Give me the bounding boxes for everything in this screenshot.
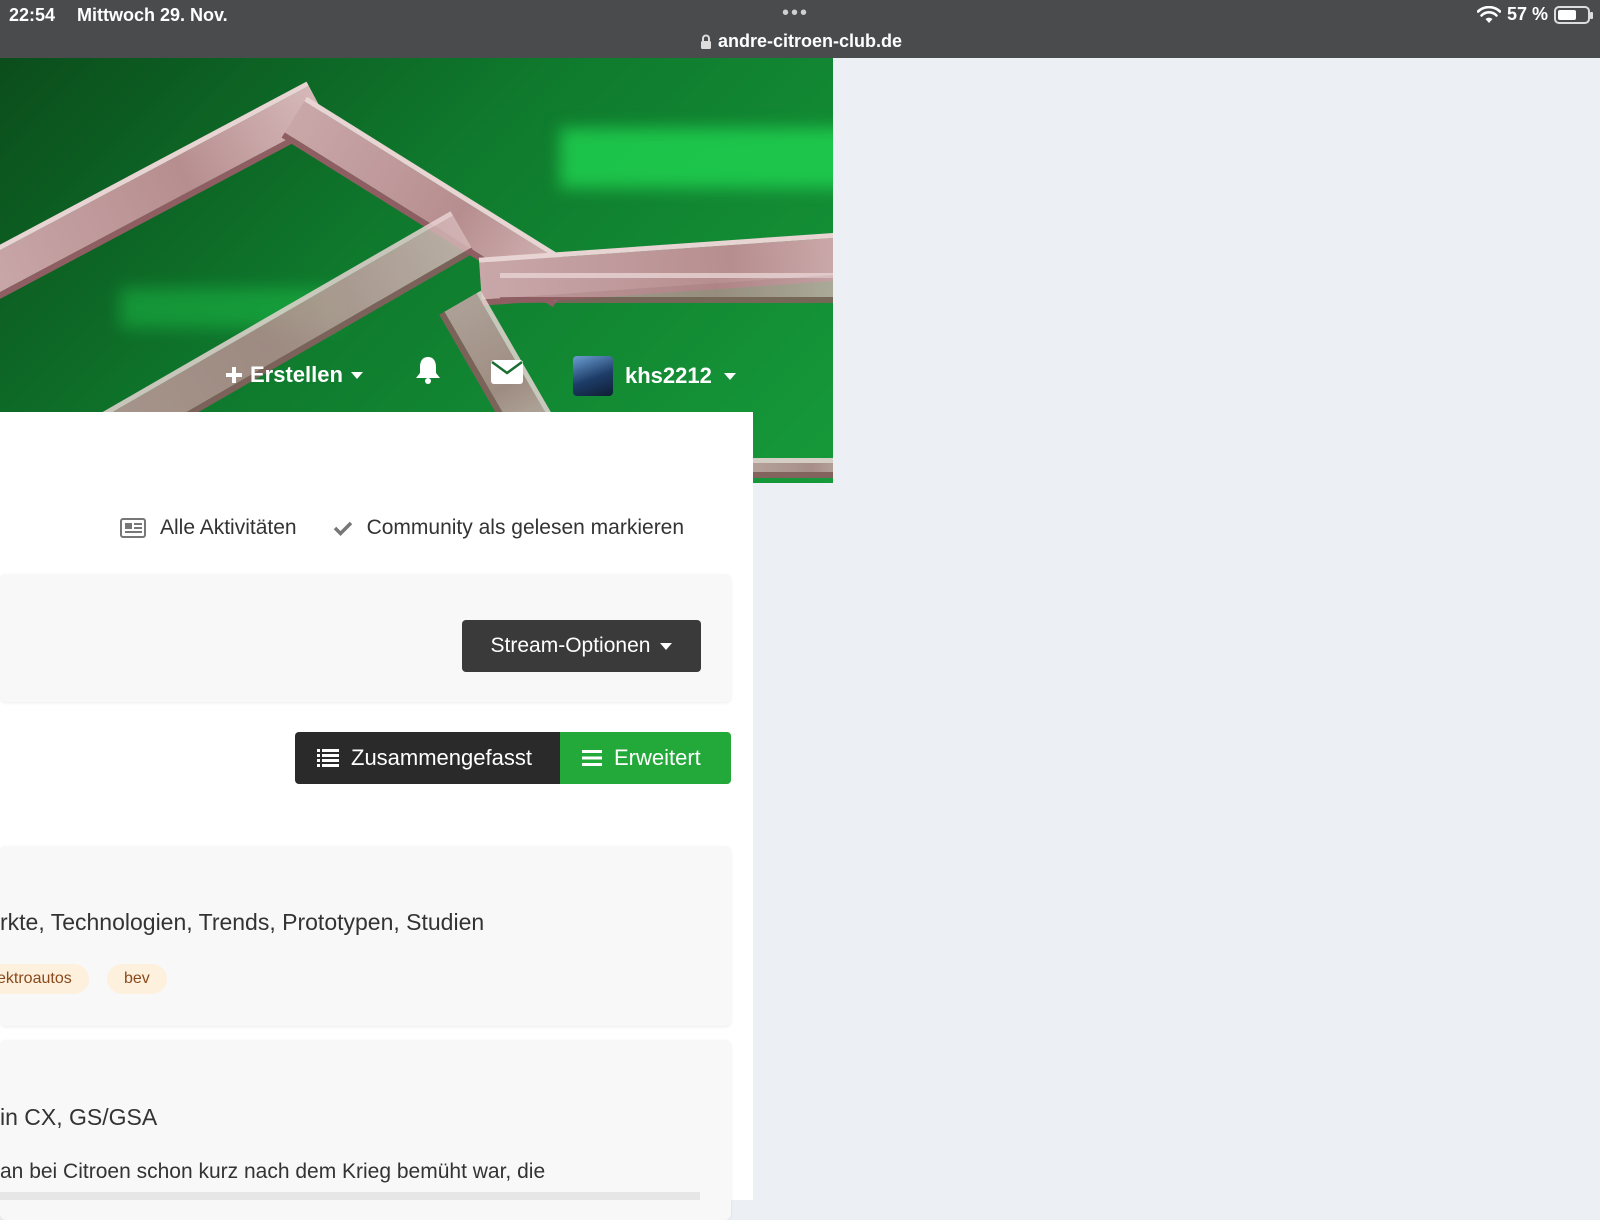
view-toggle: Zusammengefasst Erweitert bbox=[295, 732, 731, 784]
caret-down-icon bbox=[723, 372, 736, 380]
tag-badge[interactable]: bev bbox=[107, 964, 167, 994]
caret-down-icon bbox=[660, 642, 673, 650]
mark-read-label: Community als gelesen markieren bbox=[366, 516, 685, 539]
username: khs2212 bbox=[625, 363, 712, 388]
tag-badge[interactable]: ektroautos bbox=[0, 964, 89, 994]
battery-icon bbox=[1554, 5, 1593, 24]
status-indicators: 57 % bbox=[1476, 4, 1593, 25]
bell-icon[interactable] bbox=[413, 355, 443, 385]
caret-down-icon bbox=[350, 371, 363, 379]
all-activities-label: Alle Aktivitäten bbox=[160, 516, 297, 539]
stream-options-label: Stream-Optionen bbox=[490, 634, 651, 657]
avatar bbox=[573, 356, 613, 396]
bars-icon bbox=[582, 750, 602, 766]
status-time: 22:54 bbox=[9, 5, 56, 25]
all-activities-link[interactable]: Alle Aktivitäten bbox=[120, 516, 297, 540]
mail-icon[interactable] bbox=[491, 360, 523, 384]
lock-icon bbox=[701, 34, 711, 49]
activity-item bbox=[0, 846, 731, 1026]
activity-title[interactable]: rkte, Technologien, Trends, Prototypen, … bbox=[0, 909, 484, 936]
view-expanded-button[interactable]: Erweitert bbox=[560, 732, 731, 784]
page-actions: Alle Aktivitäten Community als gelesen m… bbox=[120, 516, 684, 540]
view-expanded-label: Erweitert bbox=[614, 745, 701, 770]
view-compact-label: Zusammengefasst bbox=[351, 745, 532, 770]
newspaper-icon bbox=[120, 518, 146, 538]
view-compact-button[interactable]: Zusammengefasst bbox=[295, 732, 560, 784]
stream-options-button[interactable]: Stream-Optionen bbox=[462, 620, 701, 672]
activity-excerpt: an bei Citroen schon kurz nach dem Krieg… bbox=[0, 1160, 546, 1183]
multitasking-dots-icon[interactable]: ••• bbox=[782, 2, 809, 25]
create-label: Erstellen bbox=[250, 362, 343, 387]
address-bar[interactable]: andre-citroen-club.de bbox=[700, 31, 902, 52]
url-text: andre-citroen-club.de bbox=[718, 31, 903, 51]
status-date: Mittwoch 29. Nov. bbox=[77, 5, 228, 25]
activity-title[interactable]: in CX, GS/GSA bbox=[0, 1104, 157, 1131]
text-overflow-fade bbox=[0, 1192, 700, 1200]
create-menu-button[interactable]: Erstellen bbox=[226, 362, 363, 388]
plus-icon bbox=[226, 367, 242, 383]
ios-status-bar: 22:54 Mittwoch 29. Nov. ••• andre-citroe… bbox=[0, 0, 1600, 58]
check-icon bbox=[333, 521, 352, 536]
wifi-icon bbox=[1476, 5, 1501, 23]
mark-read-link[interactable]: Community als gelesen markieren bbox=[333, 516, 684, 540]
list-icon bbox=[317, 749, 339, 767]
user-menu-button[interactable]: khs2212 bbox=[573, 356, 736, 396]
battery-percent: 57 % bbox=[1506, 4, 1548, 24]
